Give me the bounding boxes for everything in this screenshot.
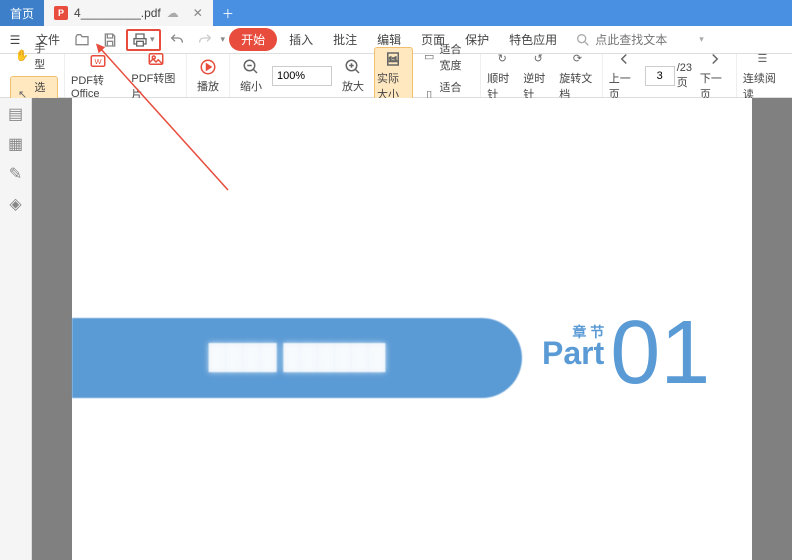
pdf-to-image-button[interactable]: PDF转图片 <box>131 50 180 102</box>
rotate-ccw-button[interactable]: ↺ 逆时针 <box>523 50 553 102</box>
pdf-page: ████ ██████ 章 节 Part 01 <box>72 98 752 560</box>
svg-text:1:1: 1:1 <box>389 57 398 63</box>
page-total: /23页 <box>677 62 694 90</box>
image-icon <box>147 50 165 68</box>
bookmarks-icon[interactable]: ▦ <box>6 134 26 154</box>
svg-text:W: W <box>95 57 103 66</box>
part-label: 章 节 Part 01 <box>542 308 710 398</box>
word-icon: W <box>89 52 107 70</box>
main-area: ▤ ▦ ✎ ◈ ████ ██████ 章 节 Part 01 <box>0 98 792 560</box>
next-page-button[interactable]: 下一页 <box>700 50 730 102</box>
fit-width-icon: ▭ <box>423 48 436 66</box>
prev-page-button[interactable]: 上一页 <box>609 50 639 102</box>
tab-bar: 首页 P 4_________.pdf ☁ ✕ ＋ <box>0 0 792 26</box>
attachments-icon[interactable]: ✎ <box>6 164 26 184</box>
pdf-icon: P <box>54 6 68 20</box>
actual-size-icon: 1:1 <box>384 50 402 68</box>
rotate-ccw-icon: ↺ <box>529 50 547 68</box>
pdf-to-office-button[interactable]: W PDF转Office <box>71 52 125 100</box>
menu-start[interactable]: 开始 <box>229 28 277 51</box>
chapter-text: 章 节 <box>572 325 604 339</box>
chapter-banner: ████ ██████ <box>72 318 522 398</box>
part-number: 01 <box>610 308 710 398</box>
dropdown-icon[interactable]: ▾ <box>699 34 704 45</box>
play-button[interactable]: 播放 <box>193 58 223 94</box>
tab-add[interactable]: ＋ <box>213 0 243 26</box>
rotate-cw-icon: ↻ <box>493 50 511 68</box>
prev-icon <box>615 50 633 68</box>
rotate-doc-icon: ⟳ <box>568 50 586 68</box>
print-button[interactable]: ▾ <box>126 29 161 51</box>
next-icon <box>706 50 724 68</box>
zoom-out-icon <box>242 58 260 76</box>
continuous-icon: ☰ <box>753 50 771 68</box>
zoom-in-icon <box>344 58 362 76</box>
play-icon <box>199 58 217 76</box>
part-text: Part <box>542 335 604 371</box>
open-icon[interactable] <box>70 29 94 51</box>
menu-special[interactable]: 特色应用 <box>501 31 565 48</box>
hand-tool[interactable]: ✋ 手型 <box>10 38 58 74</box>
dropdown-icon: ▾ <box>150 34 155 45</box>
tab-home[interactable]: 首页 <box>0 0 44 26</box>
close-icon[interactable]: ✕ <box>193 6 203 20</box>
ribbon-toolbar: ✋ 手型 ↖ 选择 W PDF转Office PDF转图片 <box>0 54 792 98</box>
save-icon[interactable] <box>98 29 122 51</box>
tab-document[interactable]: P 4_________.pdf ☁ ✕ <box>44 0 213 26</box>
continuous-read-button[interactable]: ☰ 连续阅读 <box>743 50 782 102</box>
zoom-in-button[interactable]: 放大 <box>338 58 368 94</box>
search-input[interactable] <box>595 33 695 47</box>
menu-edit[interactable]: 编辑 <box>369 31 409 48</box>
document-canvas[interactable]: ████ ██████ 章 节 Part 01 <box>32 98 792 560</box>
undo-icon[interactable] <box>165 29 189 51</box>
rotate-doc-button[interactable]: ⟳ 旋转文档 <box>559 50 595 102</box>
thumbnails-icon[interactable]: ▤ <box>6 104 26 124</box>
menu-insert[interactable]: 插入 <box>281 31 321 48</box>
layers-icon[interactable]: ◈ <box>6 194 26 214</box>
search-wrap: ▾ <box>575 32 704 48</box>
rotate-cw-button[interactable]: ↻ 顺时针 <box>487 50 517 102</box>
zoom-out-button[interactable]: 缩小 <box>236 58 266 94</box>
redo-icon[interactable] <box>193 29 217 51</box>
banner-text: ████ ██████ <box>209 344 386 372</box>
zoom-input[interactable] <box>272 66 332 86</box>
search-icon[interactable] <box>575 32 591 48</box>
cloud-icon: ☁ <box>167 6 179 20</box>
page-input[interactable] <box>645 66 675 86</box>
hand-icon: ✋ <box>14 47 30 65</box>
sidebar: ▤ ▦ ✎ ◈ <box>0 98 32 560</box>
actual-size-button[interactable]: 1:1 实际大小 <box>374 47 413 105</box>
fit-width-button[interactable]: ▭ 适合宽度 <box>419 39 474 75</box>
tab-document-name: 4_________.pdf <box>74 6 161 20</box>
menu-annotate[interactable]: 批注 <box>325 31 365 48</box>
dropdown-icon[interactable]: ▾ <box>221 34 226 45</box>
